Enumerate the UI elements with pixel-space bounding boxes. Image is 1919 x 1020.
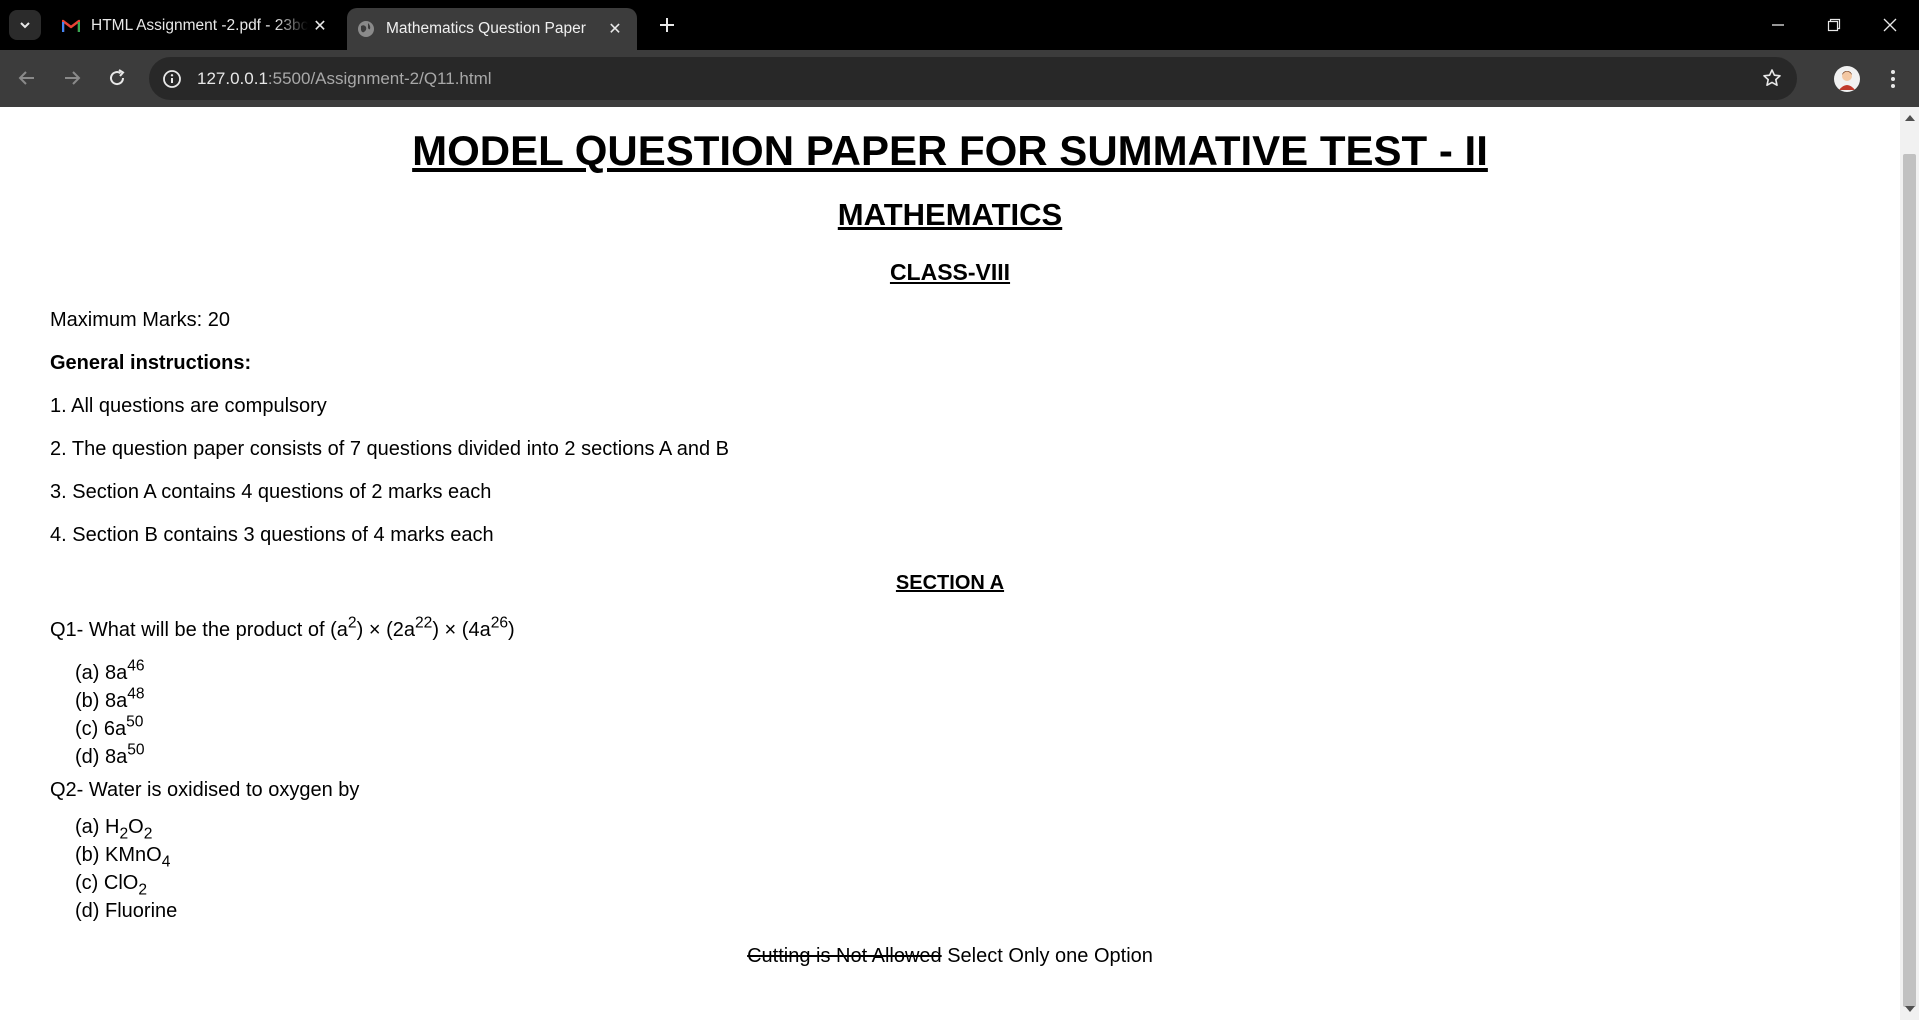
globe-icon <box>357 20 375 38</box>
tab-title: Mathematics Question Paper <box>386 20 586 37</box>
address-bar[interactable]: 127.0.0.1:5500/Assignment-2/Q11.html <box>149 57 1797 100</box>
instruction-item: 1. All questions are compulsory <box>50 395 327 417</box>
subscript: 4 <box>161 853 171 871</box>
option-label: (a) H <box>75 816 120 838</box>
option-label: (a) 8a <box>75 662 128 684</box>
tab-title: HTML Assignment -2.pdf - 23bc <box>91 16 308 34</box>
tab-gmail[interactable]: HTML Assignment -2.pdf - 23bc ✕ <box>52 9 342 42</box>
option-label: (d) Fluorine <box>75 900 178 922</box>
site-info-icon[interactable] <box>161 68 183 90</box>
exponent: 50 <box>126 713 144 731</box>
url-host: 127.0.0.1 <box>197 68 268 88</box>
subscript: 2 <box>143 825 153 843</box>
close-icon[interactable]: ✕ <box>603 17 627 41</box>
instructions-heading: General instructions: <box>50 352 252 374</box>
q2-options: (a) H2O2 (b) KMnO4 (c) ClO2 (d) Fluorine <box>75 813 177 925</box>
exponent: 2 <box>347 614 357 632</box>
exponent: 26 <box>490 614 509 632</box>
maximum-marks: Maximum Marks: 20 <box>50 309 231 331</box>
q1-options: (a) 8a46 (b) 8a48 (c) 6a50 (d) 8a50 <box>75 657 145 771</box>
avatar-icon <box>1839 71 1855 90</box>
option-label: (b) KMnO <box>75 844 162 866</box>
footer-text: Select Only one Option <box>941 945 1153 967</box>
subscript: 2 <box>119 825 129 843</box>
option-label: O <box>128 816 144 838</box>
reload-button[interactable] <box>100 61 134 95</box>
instruction-item: 4. Section B contains 3 questions of 4 m… <box>50 524 494 546</box>
exponent: 46 <box>127 657 145 675</box>
browser-menu-button[interactable] <box>1880 66 1906 92</box>
page-viewport: MODEL QUESTION PAPER FOR SUMMATIVE TEST … <box>0 107 1900 1020</box>
exponent: 22 <box>414 614 433 632</box>
q1-text: Q1- What will be the product of (a <box>50 619 348 641</box>
option-item: (b) 8a48 <box>75 685 145 715</box>
minimize-icon <box>1772 24 1784 26</box>
class-heading: CLASS-VIII <box>889 259 1011 285</box>
forward-button[interactable] <box>55 61 89 95</box>
option-item: (a) H2O2 <box>75 813 177 843</box>
more-vert-icon <box>1891 70 1895 88</box>
q1-text: ) × (2a <box>356 619 415 641</box>
arrow-left-icon <box>18 71 34 85</box>
back-button[interactable] <box>10 61 44 95</box>
option-item: (c) ClO2 <box>75 869 177 899</box>
instruction-item: 2. The question paper consists of 7 ques… <box>50 438 729 460</box>
restore-button[interactable] <box>1806 0 1862 50</box>
subscript: 2 <box>138 881 148 899</box>
new-tab-button[interactable] <box>652 10 682 40</box>
vertical-scrollbar[interactable] <box>1900 107 1919 1020</box>
option-item: (b) KMnO4 <box>75 841 177 871</box>
option-label: (c) ClO <box>75 872 139 894</box>
question-1: Q1- What will be the product of (a2) × (… <box>50 615 515 642</box>
bookmark-star-icon[interactable] <box>1761 67 1783 89</box>
question-2: Q2- Water is oxidised to oxygen by <box>50 779 360 801</box>
tab-search-button[interactable] <box>9 10 41 40</box>
restore-icon <box>1827 18 1841 32</box>
option-label: (d) 8a <box>75 746 128 768</box>
exponent: 48 <box>127 685 145 703</box>
option-label: (b) 8a <box>75 690 128 712</box>
subject-heading: MATHEMATICS <box>837 197 1063 232</box>
footer-note: Cutting is Not Allowed Select Only one O… <box>50 945 1850 968</box>
section-a-heading: SECTION A <box>895 572 1005 594</box>
close-icon[interactable]: ✕ <box>308 14 332 38</box>
close-window-button[interactable] <box>1862 0 1918 50</box>
profile-avatar[interactable] <box>1834 66 1860 92</box>
exponent: 50 <box>127 741 145 759</box>
scrollbar-thumb[interactable] <box>1903 154 1916 1007</box>
tab-mathematics-question-paper[interactable]: Mathematics Question Paper ✕ <box>347 8 637 50</box>
reload-icon <box>110 69 125 86</box>
scroll-up-icon[interactable] <box>1905 115 1915 121</box>
scroll-down-icon[interactable] <box>1905 1006 1915 1012</box>
q1-text: ) <box>508 619 515 641</box>
option-item: (d) Fluorine <box>75 897 177 925</box>
url-path: :5500/Assignment-2/Q11.html <box>267 68 492 88</box>
option-label: (c) 6a <box>75 718 127 740</box>
browser-toolbar: 127.0.0.1:5500/Assignment-2/Q11.html <box>0 50 1919 107</box>
q1-text: ) × (4a <box>432 619 491 641</box>
tab-bar: HTML Assignment -2.pdf - 23bc ✕ Mathemat… <box>0 0 1919 50</box>
url-text[interactable]: 127.0.0.1:5500/Assignment-2/Q11.html <box>197 69 492 89</box>
page-title: MODEL QUESTION PAPER FOR SUMMATIVE TEST … <box>412 127 1488 174</box>
instruction-item: 3. Section A contains 4 questions of 2 m… <box>50 481 492 503</box>
option-item: (c) 6a50 <box>75 713 145 743</box>
close-icon <box>1883 18 1897 32</box>
gmail-icon <box>62 17 80 35</box>
struck-text: Cutting is Not Allowed <box>747 945 942 967</box>
option-item: (d) 8a50 <box>75 741 145 771</box>
chevron-down-icon <box>20 22 30 29</box>
minimize-button[interactable] <box>1750 0 1806 50</box>
option-item: (a) 8a46 <box>75 657 145 687</box>
arrow-right-icon <box>65 71 81 85</box>
plus-icon <box>660 18 674 32</box>
